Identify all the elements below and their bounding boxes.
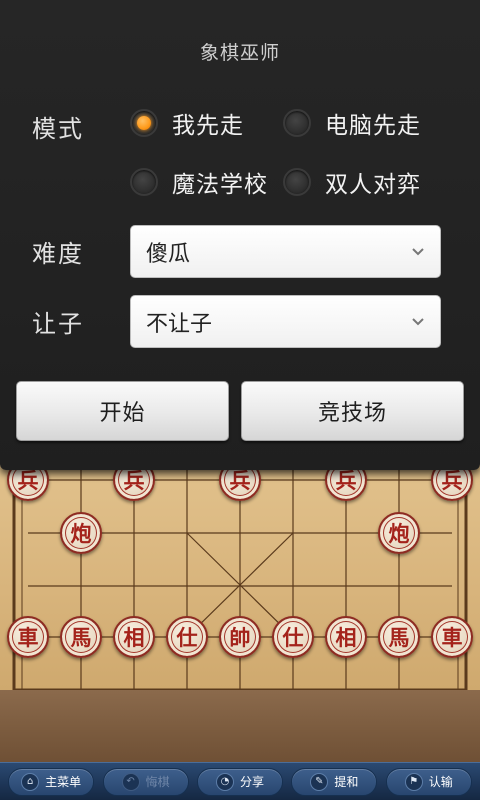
difficulty-label: 难度 <box>32 240 84 268</box>
radio-label: 电脑先走 <box>325 113 421 139</box>
difficulty-value: 傻瓜 <box>146 241 191 267</box>
undo-button[interactable]: ↶ 悔棋 <box>102 767 189 796</box>
piece-elephant[interactable]: 相 <box>113 616 155 658</box>
table-surface <box>0 690 480 762</box>
radio-magic-school[interactable]: 魔法学校 <box>130 165 268 199</box>
share-icon: ◔ <box>215 772 234 791</box>
piece-cannon[interactable]: 炮 <box>60 512 102 554</box>
new-game-dialog: 象棋巫师 模式 我先走 电脑先走 魔法学校 双人对弈 难度 傻瓜 让子 不让子 … <box>0 0 480 470</box>
dialog-title: 象棋巫师 <box>199 42 280 64</box>
piece-cannon[interactable]: 炮 <box>378 512 420 554</box>
flag-icon: ⚑ <box>404 772 423 791</box>
main-menu-label: 主菜单 <box>45 775 82 789</box>
radio-checked-icon <box>130 109 158 137</box>
radio-label: 魔法学校 <box>172 172 268 198</box>
start-button[interactable]: 开始 <box>16 381 229 441</box>
draw-button[interactable]: ✎ 提和 <box>291 767 378 796</box>
mode-label: 模式 <box>32 115 84 143</box>
radio-two-player[interactable]: 双人对弈 <box>283 165 421 199</box>
difficulty-select[interactable]: 傻瓜 <box>130 225 441 278</box>
share-label: 分享 <box>239 775 264 789</box>
undo-icon: ↶ <box>121 772 140 791</box>
resign-label: 认输 <box>428 775 453 789</box>
handicap-value: 不让子 <box>146 311 213 337</box>
share-button[interactable]: ◔ 分享 <box>196 767 283 796</box>
main-menu-button[interactable]: ⌂ 主菜单 <box>8 767 95 796</box>
handicap-label: 让子 <box>32 310 84 338</box>
piece-horse[interactable]: 馬 <box>378 616 420 658</box>
radio-label: 我先走 <box>172 113 244 139</box>
piece-chariot[interactable]: 車 <box>7 616 49 658</box>
resign-button[interactable]: ⚑ 认输 <box>385 767 472 796</box>
chess-board[interactable]: 兵 兵 兵 兵 兵 炮 炮 車 馬 相 仕 帥 仕 相 馬 車 <box>0 440 480 690</box>
piece-general[interactable]: 帥 <box>219 616 261 658</box>
handicap-select[interactable]: 不让子 <box>130 295 441 348</box>
piece-elephant[interactable]: 相 <box>325 616 367 658</box>
radio-unchecked-icon <box>283 168 311 196</box>
piece-advisor[interactable]: 仕 <box>166 616 208 658</box>
radio-computer-first[interactable]: 电脑先走 <box>283 106 421 140</box>
bottom-toolbar: ⌂ 主菜单 ↶ 悔棋 ◔ 分享 ✎ 提和 ⚑ 认输 <box>0 762 480 800</box>
arena-button[interactable]: 竞技场 <box>241 381 464 441</box>
piece-horse[interactable]: 馬 <box>60 616 102 658</box>
draw-icon: ✎ <box>310 772 329 791</box>
chevron-down-icon <box>412 318 424 326</box>
radio-unchecked-icon <box>130 168 158 196</box>
home-icon: ⌂ <box>21 772 40 791</box>
piece-chariot[interactable]: 車 <box>431 616 473 658</box>
piece-advisor[interactable]: 仕 <box>272 616 314 658</box>
chevron-down-icon <box>412 248 424 256</box>
radio-unchecked-icon <box>283 109 311 137</box>
undo-label: 悔棋 <box>145 775 170 789</box>
radio-player-first[interactable]: 我先走 <box>130 106 244 140</box>
radio-label: 双人对弈 <box>325 172 421 198</box>
draw-label: 提和 <box>334 775 359 789</box>
